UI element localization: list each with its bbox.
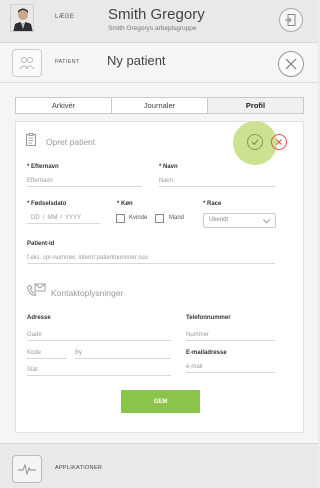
cancel-button[interactable] (271, 134, 287, 150)
state-input[interactable]: Stat (27, 365, 171, 376)
efternavn-input[interactable]: Efternavn (27, 176, 142, 187)
email-input[interactable]: e-mail (186, 362, 275, 373)
close-button[interactable] (278, 51, 304, 77)
phone-input[interactable]: Nummer (186, 330, 275, 341)
patient-group-icon (19, 57, 35, 70)
birthdate-year[interactable]: YYYY (65, 213, 81, 223)
patient-id-input[interactable]: f.eks. cpr-nummer, internt patientnummer… (27, 253, 275, 264)
street-input[interactable]: Gade (27, 330, 171, 341)
applications-label: APPLIKATIONER (55, 465, 103, 471)
chevron-down-icon (263, 219, 270, 224)
kvinde-checkbox[interactable] (116, 214, 125, 223)
tab-profil[interactable]: Profil (208, 98, 303, 113)
heartbeat-icon (18, 463, 36, 475)
postcode-input[interactable]: Kode (27, 348, 67, 359)
clipboard-icon (26, 133, 36, 146)
race-label: * Race (203, 201, 222, 207)
doctor-group: Smith Gregorys arbejdsgruppe (108, 25, 197, 32)
kvinde-label: Kvinde (129, 215, 148, 221)
mand-checkbox[interactable] (155, 214, 164, 223)
birthdate-day[interactable]: DD (31, 213, 40, 223)
date-separator: / (60, 215, 63, 221)
contact-title: Kontaktoplysninger (51, 288, 124, 298)
applications-button[interactable] (12, 455, 42, 483)
tab-journaler[interactable]: Journaler (112, 98, 208, 113)
navn-input[interactable]: Navn (159, 176, 275, 187)
phone-mail-icon (27, 283, 46, 296)
date-separator: / (42, 215, 45, 221)
role-label: LÆGE (55, 14, 75, 20)
foedselsdato-label: * Fødselsdato (27, 201, 67, 207)
close-icon (285, 58, 297, 70)
patient-id-label: Patient-id (27, 241, 55, 247)
city-input[interactable]: By (75, 348, 171, 359)
birthdate-month[interactable]: MM (47, 213, 57, 223)
bottom-bar (0, 443, 318, 488)
efternavn-label: * Efternavn (27, 164, 59, 170)
email-label: E-mailadresse (186, 350, 227, 356)
tab-arkiver[interactable]: Arkivér (16, 98, 112, 113)
cancel-x-icon (276, 139, 282, 145)
doctor-name: Smith Gregory (108, 6, 205, 23)
patient-section-label: PATIENT (55, 59, 80, 65)
exit-door-icon (285, 14, 296, 26)
birthdate-input[interactable]: DD / MM / YYYY (27, 213, 100, 224)
save-button[interactable]: GEM (121, 390, 200, 413)
koen-label: * Køn (117, 201, 133, 207)
race-value: Ukendt (209, 217, 229, 223)
section-title: Opret patient (46, 137, 96, 147)
avatar (10, 4, 34, 32)
tab-bar: Arkivér Journaler Profil (15, 97, 304, 114)
adresse-label: Adresse (27, 315, 51, 321)
patient-icon-tile (12, 49, 42, 77)
patient-title: Ny patient (107, 53, 166, 68)
check-icon (251, 139, 259, 146)
logout-button[interactable] (279, 8, 303, 32)
navn-label: * Navn (159, 164, 178, 170)
telefon-label: Telefonnummer (186, 315, 231, 321)
race-select[interactable]: Ukendt (203, 213, 276, 228)
confirm-button[interactable] (247, 134, 263, 150)
mand-label: Mand (169, 215, 185, 221)
